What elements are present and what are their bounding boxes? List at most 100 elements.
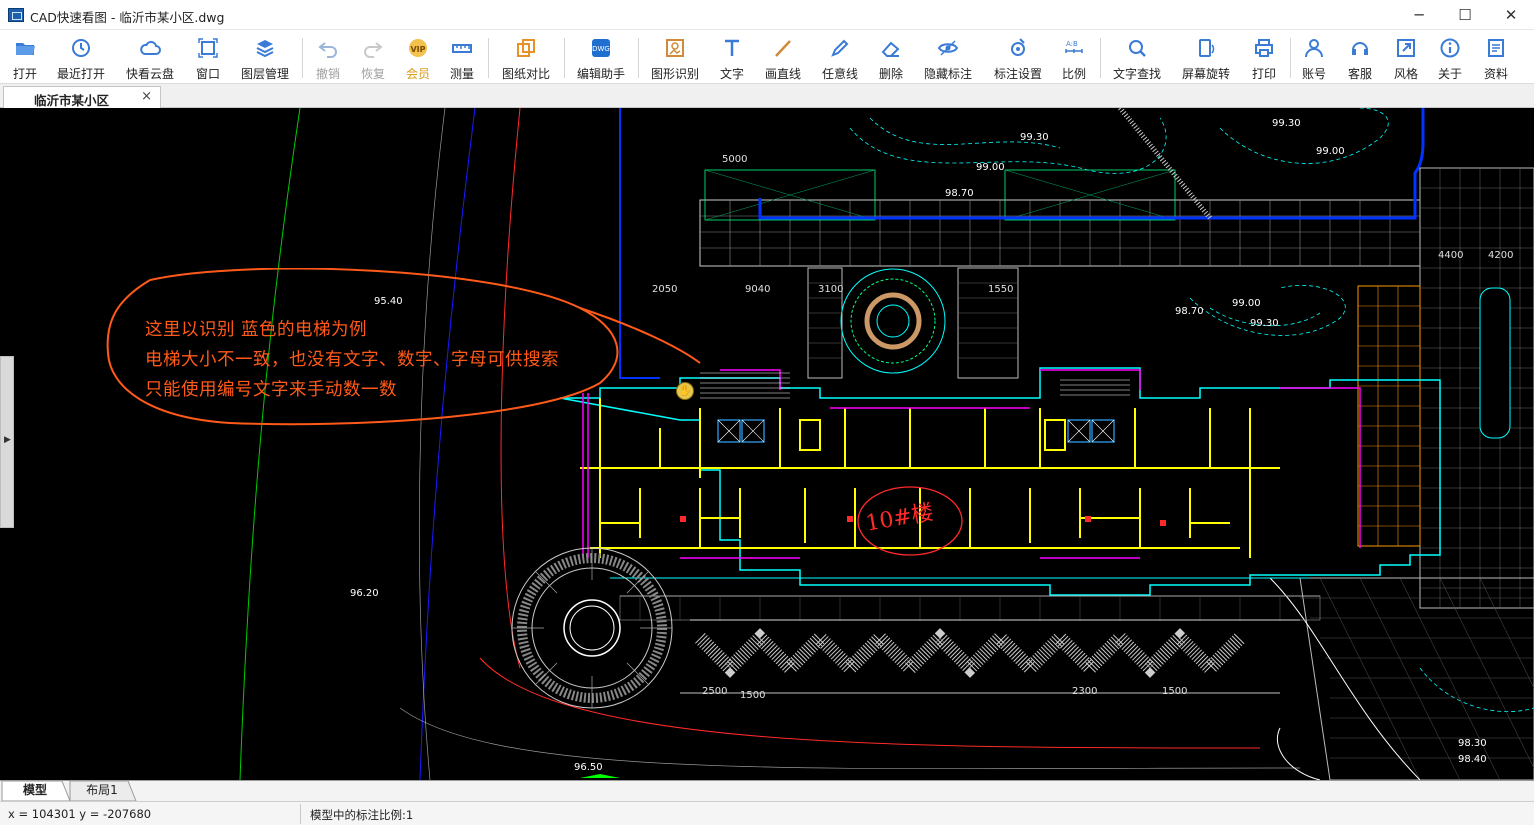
- window-title: CAD快速看图 - 临沂市某小区.dwg: [30, 10, 225, 25]
- elevation-label: 99.00: [976, 162, 1005, 173]
- clock-history-icon: [72, 39, 90, 57]
- toolbar-separator: [1100, 38, 1101, 78]
- print-button[interactable]: 打印: [1246, 35, 1282, 81]
- pencil-icon: [831, 39, 849, 57]
- edit-assistant-button[interactable]: DWG 编辑助手: [572, 35, 630, 81]
- measure-button[interactable]: 测量: [444, 35, 480, 81]
- drawing-canvas[interactable]: 这里以识别 蓝色的电梯为例 电梯大小不一致，也没有文字、数字、字母可供搜索 只能…: [0, 108, 1534, 780]
- search-icon: [1129, 40, 1146, 57]
- dimension-label: 9040: [745, 284, 771, 295]
- window-button[interactable]: 窗口: [188, 35, 228, 81]
- about-button[interactable]: 关于: [1432, 35, 1468, 81]
- resources-button[interactable]: 资料: [1478, 35, 1514, 81]
- account-button[interactable]: 账号: [1296, 35, 1332, 81]
- cursor-coordinates: x = 104301 y = -207680: [8, 807, 152, 821]
- minimize-button[interactable]: ─: [1396, 0, 1442, 30]
- hide-annotation-button[interactable]: 隐藏标注: [918, 35, 978, 81]
- toolbar-separator: [488, 38, 489, 78]
- layers-button[interactable]: 图层管理: [236, 35, 294, 81]
- text-tool-icon: [725, 39, 739, 56]
- vip-button[interactable]: VIP 会员: [400, 35, 436, 81]
- text-button[interactable]: 文字: [714, 35, 750, 81]
- toolbar-separator: [564, 38, 565, 78]
- layout-tab-bar: 模型 布局1: [0, 780, 1534, 802]
- status-message: 模型中的标注比例:1: [310, 808, 414, 822]
- style-button[interactable]: 风格: [1388, 35, 1424, 81]
- undo-button[interactable]: 撤销: [310, 35, 346, 81]
- dimension-label: 2050: [652, 284, 678, 295]
- close-window-button[interactable]: ✕: [1488, 0, 1534, 30]
- folder-open-icon: [16, 43, 35, 55]
- scale-button[interactable]: A:B 比例: [1056, 35, 1092, 81]
- elevation-label: 99.00: [1316, 146, 1345, 157]
- text-search-button[interactable]: 文字查找: [1108, 35, 1166, 81]
- shape-recognize-button[interactable]: 图形识别: [646, 35, 704, 81]
- layers-icon: [256, 40, 274, 58]
- headset-icon: [1352, 42, 1368, 55]
- recent-button[interactable]: 最近打开: [52, 35, 110, 81]
- svg-text:A:B: A:B: [1066, 40, 1078, 48]
- expand-icon: [1397, 39, 1415, 57]
- window-icon: [198, 38, 218, 58]
- scale-icon: A:B: [1065, 40, 1083, 53]
- dimension-label: 4400: [1438, 250, 1464, 261]
- main-toolbar: 打开 最近打开 快看云盘 窗口 图层管理 撤销 恢复 VIP 会员 测量 图纸对…: [0, 30, 1534, 84]
- annotation-settings-button[interactable]: 标注设置: [988, 35, 1048, 81]
- elevation-label: 99.30: [1250, 318, 1279, 329]
- app-icon: [8, 8, 24, 22]
- dimension-label: 5000: [722, 154, 748, 165]
- elevation-label: 96.50: [574, 762, 603, 773]
- tab-layout1[interactable]: 布局1: [74, 781, 130, 801]
- document-tab-bar: 临沂市某小区 ×: [0, 84, 1534, 108]
- rotate-screen-button[interactable]: 屏幕旋转: [1176, 35, 1236, 81]
- gear-pencil-icon: [1011, 38, 1025, 56]
- compare-icon: [517, 39, 535, 57]
- eraser-icon: [881, 41, 900, 57]
- info-icon: [1440, 38, 1460, 58]
- cloud-icon: [140, 40, 161, 55]
- redo-button[interactable]: 恢复: [355, 35, 391, 81]
- elevation-label: 95.40: [374, 296, 403, 307]
- cloud-button[interactable]: 快看云盘: [120, 35, 180, 81]
- tab-document[interactable]: 临沂市某小区 ×: [3, 86, 161, 108]
- elevation-label: 98.30: [1458, 738, 1487, 749]
- support-button[interactable]: 客服: [1342, 35, 1378, 81]
- dimension-label: 4200: [1488, 250, 1514, 261]
- book-icon: [1488, 39, 1504, 57]
- dimension-label: 3100: [818, 284, 844, 295]
- toolbar-separator: [302, 38, 303, 78]
- redo-icon: [364, 42, 383, 58]
- dimension-label: 1550: [988, 284, 1014, 295]
- elevation-label: 96.20: [350, 588, 379, 599]
- toolbar-separator: [1290, 38, 1291, 78]
- line-button[interactable]: 画直线: [760, 35, 806, 81]
- freehand-button[interactable]: 任意线: [816, 35, 864, 81]
- tab-model[interactable]: 模型: [10, 781, 60, 801]
- compare-button[interactable]: 图纸对比: [496, 35, 556, 81]
- svg-text:VIP: VIP: [410, 45, 425, 54]
- hand-cursor-icon: ✋: [676, 382, 694, 400]
- side-panel-toggle[interactable]: ▶: [0, 356, 14, 528]
- annotation-note-line2: 电梯大小不一致，也没有文字、数字、字母可供搜索: [145, 350, 559, 370]
- open-button[interactable]: 打开: [4, 35, 46, 81]
- dimension-label: 1500: [1162, 686, 1188, 697]
- maximize-button[interactable]: ☐: [1442, 0, 1488, 30]
- title-bar: CAD快速看图 - 临沂市某小区.dwg ─ ☐ ✕: [0, 0, 1534, 30]
- delete-button[interactable]: 删除: [872, 35, 910, 81]
- close-tab-icon[interactable]: ×: [141, 89, 152, 104]
- elevation-label: 99.30: [1020, 132, 1049, 143]
- elevation-label: 98.70: [945, 188, 974, 199]
- cad-drawing: [239, 108, 1534, 780]
- status-separator: [300, 804, 301, 824]
- elevation-label: 98.70: [1175, 306, 1204, 317]
- annotation-note-line1: 这里以识别 蓝色的电梯为例: [145, 320, 368, 340]
- undo-icon: [318, 42, 337, 58]
- status-bar: x = 104301 y = -207680 模型中的标注比例:1: [0, 801, 1534, 825]
- shape-recognize-icon: [666, 39, 684, 57]
- elevation-label: 98.40: [1458, 754, 1487, 765]
- vip-crown-icon: VIP: [409, 39, 427, 57]
- toolbar-separator: [638, 38, 639, 78]
- eye-slash-icon: [937, 40, 959, 56]
- dimension-label: 2300: [1072, 686, 1098, 697]
- elevation-label: 99.00: [1232, 298, 1261, 309]
